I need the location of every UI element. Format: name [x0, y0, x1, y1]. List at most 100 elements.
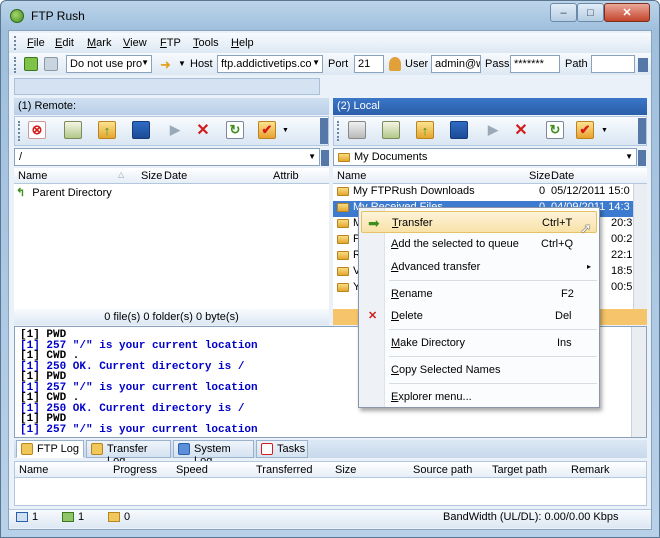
log-line: [1] 257 "/" is your current location	[20, 423, 258, 436]
transfer-queue-list[interactable]	[14, 478, 647, 506]
toolbar-overflow-icon[interactable]	[320, 118, 328, 144]
transfer-play-icon[interactable]: ▶	[484, 121, 502, 139]
menu-item-advanced-transfer[interactable]: Advanced transfer ▸	[361, 256, 597, 278]
remote-path-input[interactable]: / ▼	[14, 148, 320, 166]
tab-transfer-log[interactable]: Transfer Log	[86, 440, 171, 467]
connect-arrow-icon[interactable]: ➜	[160, 57, 171, 73]
mark-icon[interactable]: ✔	[576, 121, 594, 139]
col-name[interactable]: Name	[337, 170, 366, 182]
menu-item-delete[interactable]: ✕ Delete Del	[361, 305, 597, 327]
menu-item-add-to-queue[interactable]: Add the selected to queue Ctrl+Q	[361, 233, 597, 255]
queue-icon	[108, 512, 120, 522]
menu-edit[interactable]: Edit	[55, 37, 74, 49]
refresh-icon[interactable]: ↻	[226, 121, 244, 139]
remote-file-list[interactable]: ↰ Parent Directory	[14, 184, 329, 309]
folder-icon	[337, 218, 349, 228]
bookmark-icon[interactable]	[450, 121, 468, 139]
local-list-scrollbar[interactable]	[633, 184, 647, 309]
mark-icon[interactable]: ✔	[258, 121, 276, 139]
menu-item-rename[interactable]: Rename F2	[361, 283, 597, 305]
toolbar-overflow-icon[interactable]	[638, 118, 646, 144]
menu-separator	[389, 329, 597, 330]
port-input[interactable]: 21	[354, 55, 384, 73]
site-manager-icon[interactable]	[44, 57, 58, 71]
disconnect-icon[interactable]: ⊗	[28, 121, 46, 139]
window-icon	[16, 512, 28, 522]
pass-input[interactable]: *******	[510, 55, 560, 73]
col-date[interactable]: Date	[164, 170, 187, 182]
menu-ftp[interactable]: FTP	[160, 37, 181, 49]
transfer-play-icon[interactable]: ▶	[166, 121, 184, 139]
add-to-queue-icon[interactable]	[64, 121, 82, 139]
log-scrollbar[interactable]	[631, 327, 646, 437]
toolbar-overflow-icon[interactable]	[638, 58, 648, 72]
drive-icon[interactable]	[348, 121, 366, 139]
app-icon	[10, 9, 24, 23]
proxy-select[interactable]: Do not use pro ▼	[66, 55, 152, 73]
col-transferred[interactable]: Transferred	[256, 464, 312, 476]
add-to-queue-icon[interactable]	[382, 121, 400, 139]
chevron-down-icon[interactable]: ▼	[282, 127, 289, 134]
col-date[interactable]: Date	[551, 170, 574, 182]
remote-status: 0 file(s) 0 folder(s) 0 byte(s)	[14, 309, 329, 325]
folder-icon	[338, 152, 350, 162]
col-target-path[interactable]: Target path	[492, 464, 547, 476]
minimize-button[interactable]: –	[550, 3, 577, 22]
toolbar-gripper	[337, 121, 339, 141]
toolbar-gripper	[18, 121, 20, 141]
menu-item-copy-names[interactable]: Copy Selected Names	[361, 359, 597, 381]
chevron-down-icon[interactable]: ▼	[601, 127, 608, 134]
folder-icon	[337, 282, 349, 292]
status-count-a: 1	[32, 511, 39, 523]
toolbar-overflow-icon[interactable]	[638, 150, 646, 166]
remote-pane-header[interactable]: (1) Remote:	[14, 98, 329, 115]
col-speed[interactable]: Speed	[176, 464, 208, 476]
delete-icon[interactable]: ✕	[512, 121, 530, 139]
refresh-icon[interactable]: ↻	[546, 121, 564, 139]
menu-mark[interactable]: Mark	[87, 37, 111, 49]
col-size[interactable]: Size	[335, 464, 356, 476]
local-path-input[interactable]: My Documents ▼	[333, 148, 637, 166]
maximize-button[interactable]: □	[577, 3, 604, 22]
title-bar: FTP Rush – □ ✕	[0, 0, 660, 32]
col-size[interactable]: Size	[529, 170, 550, 182]
col-name[interactable]: Name	[19, 464, 48, 476]
path-input[interactable]	[591, 55, 635, 73]
col-size[interactable]: Size	[141, 170, 162, 182]
parent-folder-icon[interactable]: ↑	[98, 121, 116, 139]
tab-tasks[interactable]: Tasks	[256, 440, 308, 458]
toolbar-overflow-icon[interactable]	[321, 150, 329, 166]
delete-icon[interactable]: ✕	[194, 121, 212, 139]
menu-item-transfer[interactable]: ➡ Transfer Ctrl+T	[361, 211, 597, 233]
menu-tools[interactable]: Tools	[193, 37, 219, 49]
host-input[interactable]: ftp.addictivetips.co ▼	[217, 55, 323, 73]
calendar-icon	[261, 443, 273, 455]
tab-ftp-log[interactable]: FTP Log	[16, 440, 84, 458]
menu-file[interactable]: File	[27, 37, 45, 49]
close-button[interactable]: ✕	[604, 3, 650, 22]
user-input[interactable]: admin@w	[431, 55, 481, 73]
list-item[interactable]: ↰ Parent Directory	[16, 186, 112, 202]
menu-view[interactable]: View	[123, 37, 147, 49]
menu-item-explorer-menu[interactable]: Explorer menu...	[361, 386, 597, 408]
col-remark[interactable]: Remark	[571, 464, 610, 476]
log-icon	[91, 443, 103, 455]
menu-help[interactable]: Help	[231, 37, 254, 49]
menu-item-make-directory[interactable]: Make Directory Ins	[361, 332, 597, 354]
chevron-down-icon[interactable]: ▼	[178, 59, 186, 68]
parent-folder-icon[interactable]: ↑	[416, 121, 434, 139]
path-label: Path	[565, 58, 588, 70]
col-source-path[interactable]: Source path	[413, 464, 472, 476]
col-name[interactable]: Name	[18, 170, 47, 182]
tab-system-log[interactable]: System Log	[173, 440, 254, 467]
status-count-b: 1	[78, 511, 85, 523]
local-pane-header[interactable]: (2) Local	[333, 98, 647, 115]
col-attrib[interactable]: Attrib	[273, 170, 299, 182]
folder-icon	[337, 266, 349, 276]
list-item[interactable]: My FTPRush Downloads 0 05/12/2011 15:0	[333, 185, 633, 201]
quick-connect-icon[interactable]	[24, 57, 38, 71]
port-label: Port	[328, 58, 349, 70]
bookmark-icon[interactable]	[132, 121, 150, 139]
col-progress[interactable]: Progress	[113, 464, 157, 476]
log-icon	[21, 443, 33, 455]
